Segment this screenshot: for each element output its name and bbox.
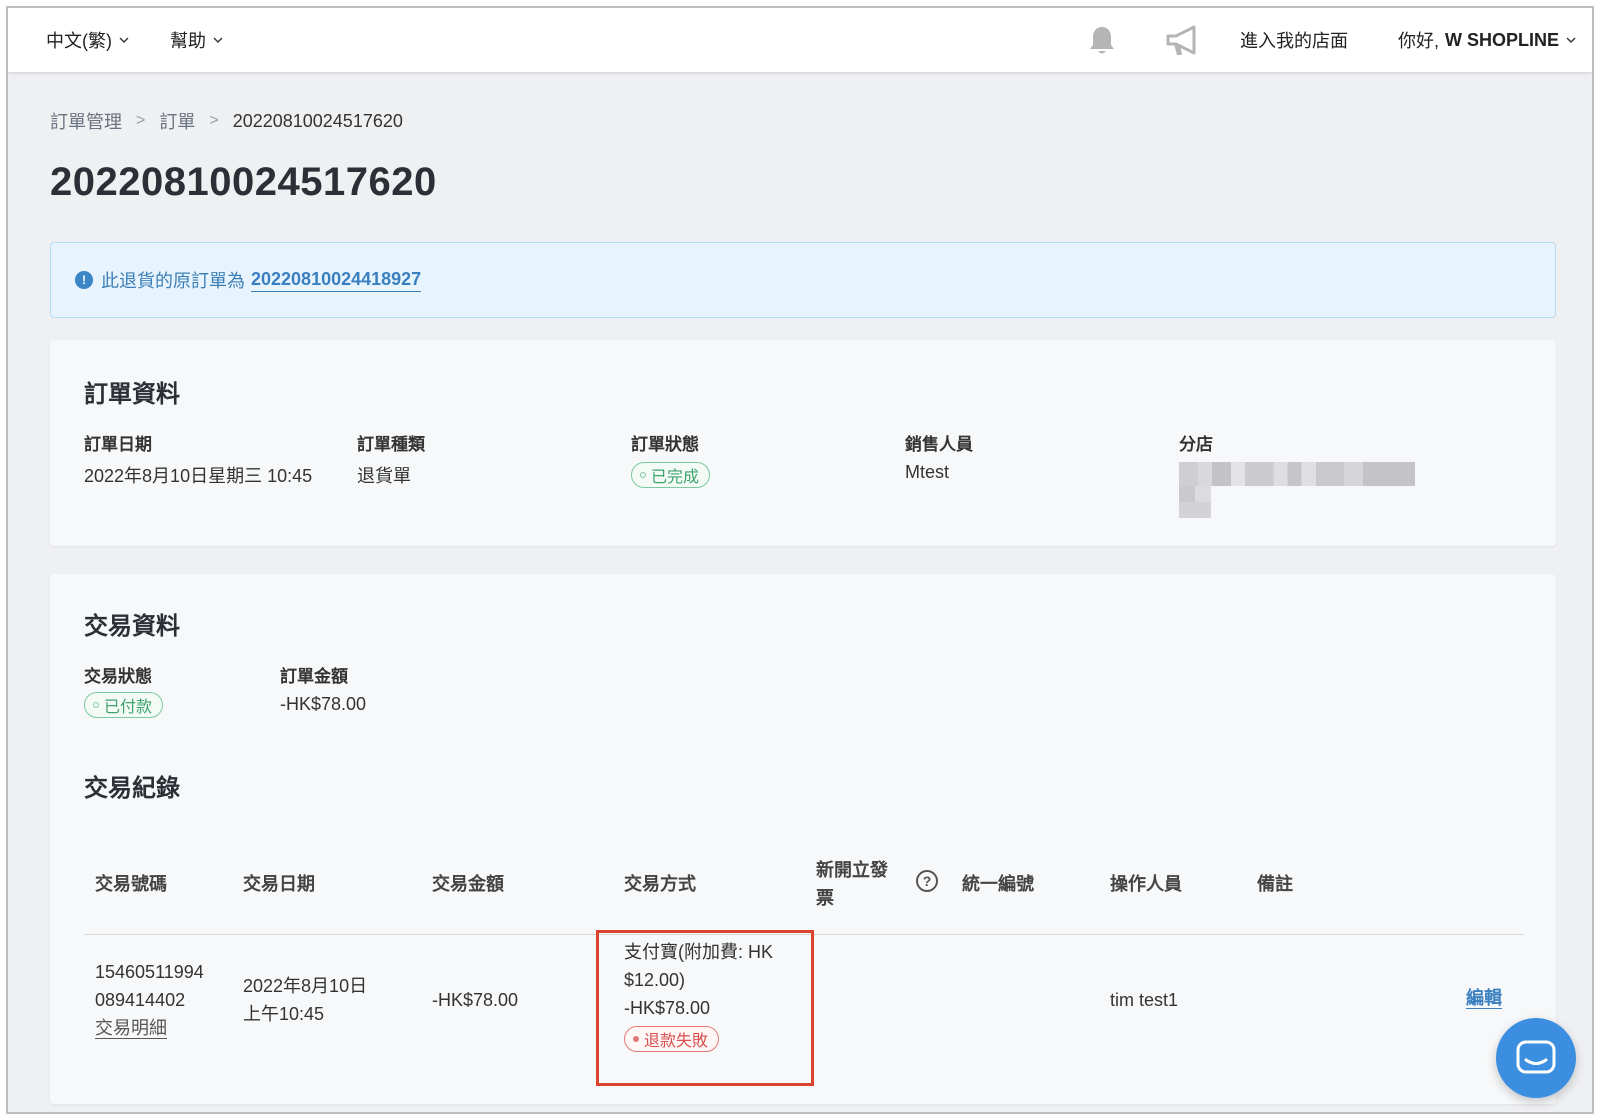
col-header-method: 交易方式 (624, 874, 696, 894)
language-dropdown[interactable]: 中文(繁) (46, 8, 130, 72)
chat-button[interactable] (1496, 1018, 1576, 1098)
original-order-link[interactable]: 20220810024418927 (251, 269, 422, 292)
question-icon[interactable]: ? (916, 870, 938, 892)
info-alert: ! 此退貨的原訂單為 20220810024418927 (50, 242, 1556, 318)
greeting-text: 你好, (1398, 31, 1440, 51)
transaction-status-value: 已付款 (104, 699, 153, 716)
order-info-title: 訂單資料 (84, 381, 180, 408)
language-label: 中文(繁) (46, 31, 112, 51)
transaction-status-badge: 已付款 (84, 692, 164, 718)
help-dropdown[interactable]: 幫助 (170, 8, 224, 72)
edit-link[interactable]: 編輯 (1466, 988, 1502, 1009)
order-amount-value: -HK$78.00 (280, 694, 367, 714)
col-header-invoice: 新開立發 票 (816, 856, 888, 912)
transaction-number-line2: 089414402 (95, 990, 186, 1010)
app-window: 中文(繁) 幫助 進入我的店面 你好, W SHOPLINE 訂單管理 > 訂單… (6, 6, 1594, 1114)
order-info-card: 訂單資料 訂單日期 2022年8月10日星期三 10:45 訂單種類 退貨單 訂… (50, 340, 1556, 546)
chevron-right-icon: > (136, 112, 146, 129)
chevron-down-icon (1566, 37, 1576, 43)
breadcrumb-current: 20220810024517620 (232, 110, 403, 131)
page-title: 20220810024517620 (50, 160, 437, 204)
sales-person-value: Mtest (905, 462, 950, 482)
col-header-remarks: 備註 (1257, 874, 1293, 894)
transaction-status-label: 交易狀態 (84, 667, 152, 686)
order-amount-label: 訂單金額 (280, 667, 348, 686)
table-row-number: 15460511994 089414402 交易明細 (95, 958, 204, 1042)
order-type-value: 退貨單 (357, 466, 411, 486)
chevron-down-icon (213, 37, 223, 43)
operator-value: tim test1 (1110, 990, 1179, 1010)
order-date-label: 訂單日期 (84, 435, 152, 454)
branch-value-redacted (1179, 462, 1415, 518)
order-status-label: 訂單狀態 (631, 435, 699, 454)
col-header-invoice-line2: 票 (816, 888, 834, 908)
bell-icon[interactable] (1086, 24, 1118, 58)
order-status-value: 已完成 (651, 469, 700, 486)
transaction-amount: -HK$78.00 (432, 990, 519, 1010)
transaction-records-title: 交易紀錄 (84, 775, 180, 802)
col-header-date: 交易日期 (243, 874, 315, 894)
col-header-invoice-line1: 新開立發 (816, 860, 888, 880)
user-menu[interactable]: 你好, W SHOPLINE (1398, 8, 1577, 72)
order-type-label: 訂單種類 (357, 435, 425, 454)
col-header-operator: 操作人員 (1110, 874, 1182, 894)
col-header-amount: 交易金額 (432, 874, 504, 894)
top-navbar: 中文(繁) 幫助 進入我的店面 你好, W SHOPLINE (8, 8, 1592, 72)
col-header-number: 交易號碼 (95, 874, 167, 894)
alert-text: 此退貨的原訂單為 (101, 271, 245, 291)
enter-store-link[interactable]: 進入我的店面 (1240, 8, 1348, 72)
chevron-right-icon: > (209, 112, 219, 129)
enter-store-label: 進入我的店面 (1240, 31, 1348, 51)
edit-cell: 編輯 (1466, 984, 1502, 1012)
breadcrumb-order-management[interactable]: 訂單管理 (50, 108, 122, 134)
branch-label: 分店 (1179, 435, 1213, 454)
breadcrumb-orders[interactable]: 訂單 (159, 108, 195, 134)
info-icon: ! (75, 271, 93, 289)
breadcrumb: 訂單管理 > 訂單 > 20220810024517620 (50, 108, 403, 134)
order-date-value: 2022年8月10日星期三 10:45 (84, 466, 313, 486)
transaction-number-line1: 15460511994 (95, 962, 204, 982)
sales-person-label: 銷售人員 (905, 435, 973, 454)
transaction-date-line2: 上午10:45 (243, 1004, 325, 1024)
chat-icon (1516, 1040, 1556, 1074)
transaction-info-title: 交易資料 (84, 613, 180, 640)
transaction-date-line1: 2022年8月10日 (243, 976, 368, 996)
table-row-date: 2022年8月10日 上午10:45 (243, 972, 367, 1028)
status-dot (640, 472, 646, 478)
chevron-down-icon (119, 37, 129, 43)
col-header-tax-id: 統一編號 (962, 874, 1034, 894)
status-dot (93, 702, 99, 708)
user-name: W SHOPLINE (1445, 29, 1560, 50)
order-status-badge: 已完成 (631, 462, 711, 488)
megaphone-icon[interactable] (1164, 24, 1202, 58)
highlight-box (596, 930, 814, 1086)
transaction-detail-link[interactable]: 交易明細 (95, 1018, 167, 1039)
help-label: 幫助 (170, 31, 206, 51)
